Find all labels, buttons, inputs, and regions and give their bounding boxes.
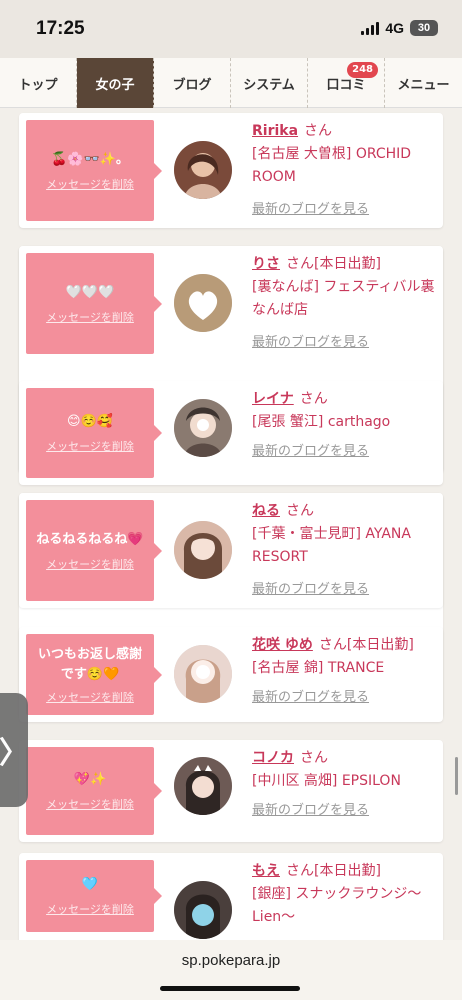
home-indicator[interactable] (160, 986, 300, 991)
network-type: 4G (385, 20, 404, 36)
avatar[interactable] (174, 521, 232, 579)
message-bubble: ねるねるねるね💗 メッセージを削除 (26, 500, 162, 601)
avatar[interactable] (174, 645, 232, 703)
girl-name-link[interactable]: コノカ (252, 750, 294, 766)
latest-blog-link[interactable]: 最新のブログを見る (252, 686, 435, 705)
message-bubble: いつもお返し感謝です☺️🧡 メッセージを削除 (26, 634, 162, 715)
favorites-list-lower: ねるねるねるね💗 メッセージを削除 ねる さん [千葉・富士見町] AYANA R… (0, 108, 462, 940)
list-item: 🩵 メッセージを削除 もえ さん[本日出勤] [銀座] スナックラウンジ〜Lien… (19, 853, 443, 940)
list-item: ねるねるねるね💗 メッセージを削除 ねる さん [千葉・富士見町] AYANA R… (19, 493, 443, 608)
delete-message-link[interactable]: メッセージを削除 (46, 556, 134, 572)
status-bar: 17:25 4G 30 (0, 0, 462, 58)
scrollbar[interactable] (455, 757, 458, 795)
message-bubble: 💖✨ メッセージを削除 (26, 747, 162, 835)
status-icons: 4G 30 (361, 20, 438, 36)
nav-tab-top[interactable]: トップ (0, 58, 77, 108)
delete-message-link[interactable]: メッセージを削除 (46, 796, 134, 812)
shop-name: [銀座] スナックラウンジ〜Lien〜 (252, 886, 422, 925)
delete-message-link[interactable]: メッセージを削除 (46, 901, 134, 917)
girl-name-link[interactable]: ねる (252, 503, 280, 519)
girl-name-link[interactable]: もえ (252, 863, 280, 879)
chevron-right-icon: 〉 (0, 736, 29, 771)
list-item: いつもお返し感謝です☺️🧡 メッセージを削除 花咲 ゆめ さん[本日出勤] [名古… (19, 627, 443, 722)
nav-tab-girls[interactable]: 女の子 (77, 58, 154, 108)
avatar[interactable] (174, 881, 232, 939)
main-nav: トップ 女の子 ブログ システム 口コミ 248 メニュー (0, 58, 462, 108)
nav-tab-blog[interactable]: ブログ (154, 58, 231, 108)
latest-blog-link[interactable]: 最新のブログを見る (252, 578, 435, 597)
nav-tab-menu[interactable]: メニュー (385, 58, 462, 108)
battery-icon: 30 (410, 20, 438, 36)
message-bubble: 🩵 メッセージを削除 (26, 860, 162, 932)
girl-name-link[interactable]: 花咲 ゆめ (252, 637, 313, 653)
browser-url-bar[interactable]: sp.pokepara.jp (0, 940, 462, 1000)
shop-name: [千葉・富士見町] AYANA RESORT (252, 526, 411, 565)
nav-tab-reviews[interactable]: 口コミ 248 (308, 58, 385, 108)
latest-blog-link[interactable]: 最新のブログを見る (252, 799, 435, 818)
nav-tab-system[interactable]: システム (231, 58, 308, 108)
avatar[interactable] (174, 757, 232, 815)
drawer-toggle-button[interactable]: 〉 (0, 693, 29, 807)
delete-message-link[interactable]: メッセージを削除 (46, 689, 134, 705)
shop-name: [中川区 高畑] EPSILON (252, 773, 401, 789)
list-item: 💖✨ メッセージを削除 コノカ さん [中川区 高畑] EPSILON 最新のブロ… (19, 740, 443, 842)
url-text: sp.pokepara.jp (181, 952, 281, 969)
reviews-count-badge: 248 (347, 62, 378, 78)
shop-name: [名古屋 錦] TRANCE (252, 660, 385, 676)
signal-icon (361, 21, 380, 35)
status-time: 17:25 (36, 18, 85, 39)
